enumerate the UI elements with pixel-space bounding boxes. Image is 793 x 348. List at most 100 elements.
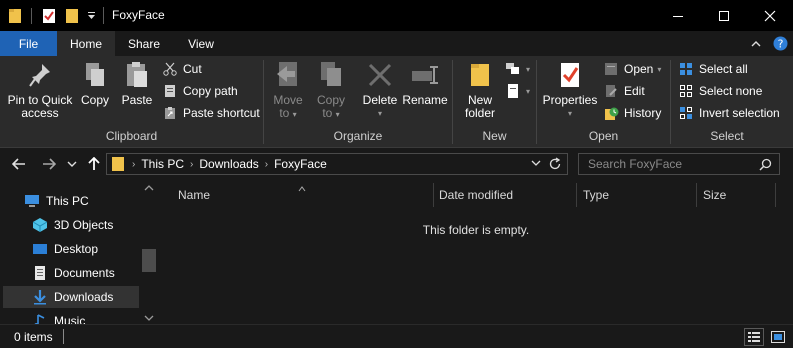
select-all-button[interactable]: Select all: [678, 59, 748, 79]
pin-icon: [25, 60, 55, 90]
rename-button[interactable]: Rename: [402, 60, 448, 107]
nav-item-3d-objects[interactable]: 3D Objects: [32, 214, 113, 236]
column-header-type[interactable]: Type: [577, 181, 696, 209]
help-icon[interactable]: ?: [771, 31, 789, 56]
tab-share[interactable]: Share: [118, 31, 170, 56]
refresh-icon[interactable]: [548, 157, 562, 171]
minimize-button[interactable]: [655, 0, 701, 31]
paste-button[interactable]: Paste: [118, 60, 156, 107]
easy-access-icon: [505, 83, 521, 99]
easy-access-button[interactable]: ▾: [505, 81, 530, 101]
maximize-button[interactable]: [701, 0, 747, 31]
customize-qa-dropdown-icon[interactable]: [87, 0, 96, 31]
svg-text:?: ?: [777, 38, 783, 51]
nav-item-desktop[interactable]: Desktop: [32, 238, 98, 260]
breadcrumb-foxyface[interactable]: FoxyFace: [274, 157, 327, 171]
new-item-button[interactable]: ▾: [505, 59, 530, 79]
copy-button[interactable]: Copy: [77, 60, 113, 107]
select-group-label: Select: [710, 129, 744, 143]
pin-label-line2: access: [21, 106, 59, 120]
select-none-icon: [678, 83, 694, 99]
column-divider[interactable]: [775, 183, 776, 207]
rename-icon: [410, 60, 440, 90]
properties-qa-icon[interactable]: [42, 0, 56, 31]
nav-item-downloads[interactable]: Downloads: [3, 286, 139, 308]
nav-item-label: Documents: [54, 266, 115, 280]
details-view-icon: [748, 331, 760, 342]
tab-view[interactable]: View: [174, 31, 228, 56]
select-all-icon: [678, 61, 694, 77]
search-icon: [759, 158, 772, 171]
new-folder-button[interactable]: New folder: [458, 60, 502, 120]
scroll-up-icon[interactable]: [144, 181, 154, 195]
copy-to-button[interactable]: Copy to ▾: [311, 60, 351, 121]
invert-selection-icon: [678, 105, 694, 121]
recent-locations-button[interactable]: [64, 153, 80, 175]
breadcrumb-this-pc[interactable]: This PC: [141, 157, 184, 171]
up-arrow-icon: [88, 157, 100, 170]
new-folder-qa-icon[interactable]: [65, 0, 79, 31]
edit-icon: [603, 83, 619, 99]
open-button[interactable]: Open ▾: [603, 59, 661, 79]
address-dropdown-icon[interactable]: [531, 159, 541, 167]
cut-button[interactable]: Cut: [162, 59, 202, 79]
back-button[interactable]: [8, 153, 30, 175]
pin-to-quick-access-button[interactable]: Pin to Quick access: [4, 60, 76, 120]
nav-item-this-pc[interactable]: This PC: [24, 190, 89, 212]
scroll-thumb[interactable]: [142, 249, 156, 272]
tab-home[interactable]: Home: [57, 31, 115, 56]
select-none-label: Select none: [699, 84, 763, 98]
history-button[interactable]: History: [603, 103, 661, 123]
nav-scrollbar[interactable]: [140, 181, 159, 324]
large-icons-view-button[interactable]: [768, 328, 788, 346]
back-arrow-icon: [12, 158, 25, 170]
ribbon-tabs: File Home Share View ?: [0, 31, 793, 56]
new-group-label: New: [482, 129, 507, 143]
nav-item-music[interactable]: Music: [32, 310, 85, 324]
scroll-down-icon[interactable]: [144, 311, 154, 324]
new-folder-label-line2: folder: [464, 106, 496, 120]
forward-button[interactable]: [38, 153, 60, 175]
paste-shortcut-button[interactable]: Paste shortcut: [162, 103, 260, 123]
close-button[interactable]: [747, 0, 793, 31]
empty-folder-message: This folder is empty.: [422, 223, 530, 237]
breadcrumb-downloads[interactable]: Downloads: [199, 157, 258, 171]
details-view-button[interactable]: [744, 328, 764, 346]
nav-item-label: Desktop: [54, 242, 99, 256]
delete-dropdown-icon: ▾: [377, 109, 382, 118]
new-folder-icon: [465, 60, 495, 90]
paste-shortcut-label: Paste shortcut: [183, 106, 260, 120]
folder-icon: [8, 0, 22, 31]
document-icon: [32, 265, 48, 281]
copy-path-icon: [162, 83, 178, 99]
navigation-pane: This PC 3D Objects Desktop Documents Dow…: [0, 181, 159, 324]
forward-arrow-icon: [43, 158, 56, 170]
close-icon: [764, 10, 776, 21]
copy-label: Copy: [80, 93, 109, 107]
copy-path-button[interactable]: Copy path: [162, 81, 238, 101]
collapse-ribbon-icon[interactable]: [748, 31, 764, 56]
column-header-date-modified[interactable]: Date modified: [433, 181, 576, 209]
computer-icon: [24, 193, 40, 209]
edit-button[interactable]: Edit: [603, 81, 645, 101]
clipboard-group-label: Clipboard: [105, 129, 158, 143]
invert-selection-button[interactable]: Invert selection: [678, 103, 780, 123]
properties-button[interactable]: Properties ▾: [541, 60, 599, 120]
title-separator: [103, 7, 104, 24]
column-header-size[interactable]: Size: [697, 181, 775, 209]
title-bar: FoxyFace: [0, 0, 793, 31]
search-input[interactable]: Search FoxyFace: [578, 153, 780, 175]
select-none-button[interactable]: Select none: [678, 81, 762, 101]
delete-button[interactable]: Delete ▾: [360, 60, 400, 120]
history-icon: [603, 105, 619, 121]
up-button[interactable]: [84, 153, 104, 175]
chevron-right-icon: ›: [132, 158, 136, 170]
properties-dropdown-icon: ▾: [567, 109, 572, 118]
delete-label: Delete: [362, 93, 398, 107]
move-to-button[interactable]: Move to ▾: [268, 60, 308, 121]
open-dropdown-icon: ▾: [657, 64, 662, 74]
column-header-name[interactable]: Name: [172, 181, 433, 209]
address-bar[interactable]: › This PC › Downloads › FoxyFace: [106, 153, 568, 175]
tab-file[interactable]: File: [0, 31, 57, 56]
nav-item-documents[interactable]: Documents: [32, 262, 115, 284]
